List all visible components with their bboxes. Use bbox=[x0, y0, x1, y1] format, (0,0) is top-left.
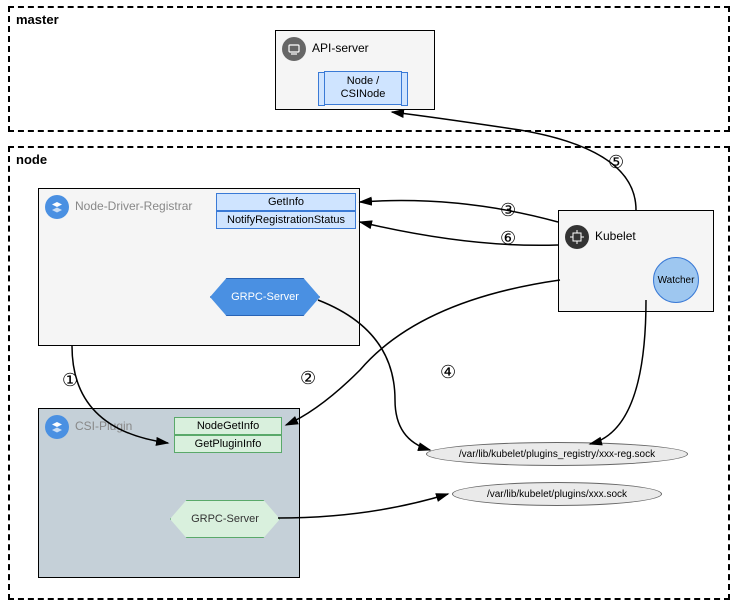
api-server-label: API-server bbox=[312, 41, 369, 55]
chip-icon bbox=[565, 225, 589, 249]
step-3: ③ bbox=[500, 200, 516, 221]
monitor-icon bbox=[282, 37, 306, 61]
step-6: ⑥ bbox=[500, 228, 516, 249]
registrar-grpc-hex: GRPC-Server bbox=[210, 278, 320, 316]
stack-icon-2 bbox=[45, 415, 69, 439]
getplugininfo-label: GetPluginInfo bbox=[195, 438, 262, 450]
csi-plugin-label: CSI-Plugin bbox=[75, 419, 132, 433]
nodegetinfo-label: NodeGetInfo bbox=[197, 420, 259, 432]
reg-sock-ellipse: /var/lib/kubelet/plugins_registry/xxx-re… bbox=[426, 442, 688, 466]
kubelet-box: Kubelet Watcher bbox=[558, 210, 714, 312]
kubelet-label: Kubelet bbox=[595, 229, 636, 243]
reg-sock-label: /var/lib/kubelet/plugins_registry/xxx-re… bbox=[459, 449, 655, 460]
nodegetinfo-box: NodeGetInfo bbox=[174, 417, 282, 435]
registrar-label: Node-Driver-Registrar bbox=[75, 199, 192, 213]
registrar-grpc-label: GRPC-Server bbox=[231, 291, 299, 303]
plugin-sock-ellipse: /var/lib/kubelet/plugins/xxx.sock bbox=[452, 482, 662, 506]
step-1: ① bbox=[62, 370, 78, 391]
master-label: master bbox=[16, 12, 59, 27]
notify-label: NotifyRegistrationStatus bbox=[227, 214, 345, 226]
watcher-label: Watcher bbox=[658, 275, 695, 286]
getplugininfo-box: GetPluginInfo bbox=[174, 435, 282, 453]
node-label: node bbox=[16, 152, 47, 167]
plugin-sock-label: /var/lib/kubelet/plugins/xxx.sock bbox=[487, 489, 627, 500]
getinfo-label: GetInfo bbox=[268, 196, 304, 208]
node-csinode-label: Node / CSINode bbox=[325, 75, 401, 101]
api-server-box: API-server Node / CSINode bbox=[275, 30, 435, 110]
getinfo-box: GetInfo bbox=[216, 193, 356, 211]
node-csinode-box: Node / CSINode bbox=[324, 71, 402, 105]
watcher-circle: Watcher bbox=[653, 257, 699, 303]
csi-grpc-label: GRPC-Server bbox=[191, 513, 259, 525]
notify-box: NotifyRegistrationStatus bbox=[216, 211, 356, 229]
csi-grpc-hex: GRPC-Server bbox=[170, 500, 280, 538]
step-5: ⑤ bbox=[608, 152, 624, 173]
step-4: ④ bbox=[440, 362, 456, 383]
stack-icon bbox=[45, 195, 69, 219]
step-2: ② bbox=[300, 368, 316, 389]
